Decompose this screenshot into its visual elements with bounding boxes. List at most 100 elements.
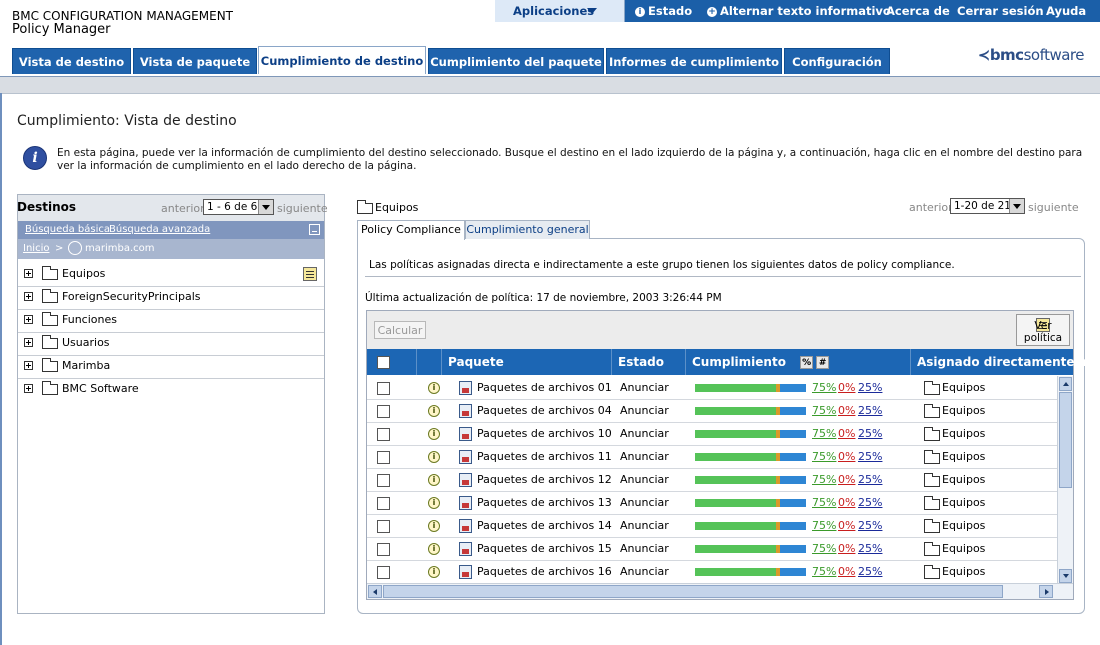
- tree-item-bmc-software[interactable]: BMC Software: [18, 379, 324, 401]
- pct-pending[interactable]: 25%: [858, 519, 882, 532]
- calculate-button[interactable]: Calcular: [374, 321, 426, 339]
- table-row[interactable]: i Paquetes de archivos 04 Anunciar 75% 0% 25%…: [367, 400, 1057, 423]
- basic-search-link[interactable]: Búsqueda básica: [25, 224, 110, 235]
- row-checkbox[interactable]: [377, 451, 390, 464]
- pct-pending[interactable]: 25%: [858, 404, 882, 417]
- targets-next-link[interactable]: siguiente: [277, 202, 328, 215]
- expand-icon[interactable]: [24, 384, 33, 393]
- pct-pending[interactable]: 25%: [858, 381, 882, 394]
- row-checkbox[interactable]: [377, 497, 390, 510]
- row-checkbox[interactable]: [377, 474, 390, 487]
- table-row[interactable]: i Paquetes de archivos 12 Anunciar 75% 0% 25%…: [367, 469, 1057, 492]
- pct-pending[interactable]: 25%: [858, 427, 882, 440]
- row-checkbox[interactable]: [377, 566, 390, 579]
- package-name[interactable]: Paquetes de archivos 12: [477, 473, 612, 486]
- pct-failed[interactable]: 0%: [838, 496, 855, 509]
- pct-failed[interactable]: 0%: [838, 381, 855, 394]
- breadcrumb-home[interactable]: Inicio: [23, 243, 49, 254]
- info-circle-icon[interactable]: i: [428, 520, 440, 532]
- tab-configuration[interactable]: Configuración: [784, 48, 890, 74]
- pct-failed[interactable]: 0%: [838, 473, 855, 486]
- package-name[interactable]: Paquetes de archivos 13: [477, 496, 612, 509]
- info-circle-icon[interactable]: i: [428, 428, 440, 440]
- info-circle-icon[interactable]: i: [428, 566, 440, 578]
- pct-failed[interactable]: 0%: [838, 542, 855, 555]
- row-checkbox[interactable]: [377, 520, 390, 533]
- tab-general-compliance[interactable]: Cumplimiento general: [465, 220, 590, 239]
- info-circle-icon[interactable]: i: [428, 474, 440, 486]
- minimize-icon[interactable]: [309, 224, 320, 235]
- pct-failed[interactable]: 0%: [838, 450, 855, 463]
- packages-range-select[interactable]: 1-20 de 21: [950, 198, 1025, 214]
- tab-policy-compliance[interactable]: Policy Compliance: [357, 220, 465, 240]
- pct-compliant[interactable]: 75%: [812, 473, 836, 486]
- pct-compliant[interactable]: 75%: [812, 496, 836, 509]
- tab-package-view[interactable]: Vista de paquete: [133, 48, 257, 74]
- col-assigned[interactable]: Asignado directamente a: [911, 349, 1087, 375]
- tree-item-usuarios[interactable]: Usuarios: [18, 333, 324, 356]
- pct-compliant[interactable]: 75%: [812, 404, 836, 417]
- info-circle-icon[interactable]: i: [428, 405, 440, 417]
- logout-link[interactable]: Cerrar sesión: [957, 0, 1044, 22]
- targets-prev-link[interactable]: anterior: [161, 202, 205, 215]
- help-link[interactable]: Ayuda: [1046, 0, 1086, 22]
- packages-next-link[interactable]: siguiente: [1028, 201, 1079, 214]
- col-state[interactable]: Estado: [612, 349, 686, 375]
- info-circle-icon[interactable]: i: [428, 451, 440, 463]
- info-circle-icon[interactable]: i: [428, 497, 440, 509]
- row-checkbox[interactable]: [377, 428, 390, 441]
- package-name[interactable]: Paquetes de archivos 15: [477, 542, 612, 555]
- pct-pending[interactable]: 25%: [858, 473, 882, 486]
- col-compliance[interactable]: Cumplimiento % #: [686, 349, 911, 375]
- pct-compliant[interactable]: 75%: [812, 427, 836, 440]
- pct-failed[interactable]: 0%: [838, 565, 855, 578]
- advanced-search-link[interactable]: Búsqueda avanzada: [109, 224, 210, 235]
- package-name[interactable]: Paquetes de archivos 10: [477, 427, 612, 440]
- table-row[interactable]: i Paquetes de archivos 13 Anunciar 75% 0% 25%…: [367, 492, 1057, 515]
- h-scroll-thumb[interactable]: [383, 585, 1003, 598]
- package-name[interactable]: Paquetes de archivos 14: [477, 519, 612, 532]
- expand-icon[interactable]: [24, 361, 33, 370]
- scroll-thumb[interactable]: [1059, 392, 1072, 488]
- pct-failed[interactable]: 0%: [838, 519, 855, 532]
- table-row[interactable]: i Paquetes de archivos 10 Anunciar 75% 0% 25%…: [367, 423, 1057, 446]
- targets-range-select[interactable]: 1 - 6 de 6: [203, 199, 274, 215]
- pct-failed[interactable]: 0%: [838, 404, 855, 417]
- expand-icon[interactable]: [24, 292, 33, 301]
- scroll-right-button[interactable]: [1039, 585, 1053, 598]
- table-row[interactable]: i Paquetes de archivos 15 Anunciar 75% 0% 25%…: [367, 538, 1057, 561]
- percent-toggle[interactable]: %: [800, 356, 814, 369]
- tree-item-funciones[interactable]: Funciones: [18, 310, 324, 333]
- table-row[interactable]: i Paquetes de archivos 01 Anunciar 75% 0% 25%…: [367, 377, 1057, 400]
- col-package[interactable]: Paquete: [442, 349, 612, 375]
- select-all-checkbox[interactable]: [377, 356, 390, 369]
- tab-target-compliance[interactable]: Cumplimiento de destino: [258, 46, 426, 74]
- package-name[interactable]: Paquetes de archivos 01: [477, 381, 612, 394]
- horizontal-scrollbar[interactable]: [367, 583, 1073, 599]
- row-checkbox[interactable]: [377, 382, 390, 395]
- tree-item-foreignsecurityprincipals[interactable]: ForeignSecurityPrincipals: [18, 287, 324, 310]
- pct-pending[interactable]: 25%: [858, 565, 882, 578]
- pct-compliant[interactable]: 75%: [812, 519, 836, 532]
- pct-pending[interactable]: 25%: [858, 542, 882, 555]
- tree-item-equipos[interactable]: Equipos: [18, 264, 324, 287]
- info-circle-icon[interactable]: i: [428, 382, 440, 394]
- tab-compliance-reports[interactable]: Informes de cumplimiento: [606, 48, 782, 74]
- about-link[interactable]: Acerca de: [886, 0, 950, 22]
- scroll-up-button[interactable]: [1059, 377, 1072, 391]
- package-name[interactable]: Paquetes de archivos 16: [477, 565, 612, 578]
- table-row[interactable]: i Paquetes de archivos 16 Anunciar 75% 0% 25%…: [367, 561, 1057, 584]
- pct-pending[interactable]: 25%: [858, 450, 882, 463]
- pct-compliant[interactable]: 75%: [812, 381, 836, 394]
- pct-failed[interactable]: 0%: [838, 427, 855, 440]
- package-name[interactable]: Paquetes de archivos 04: [477, 404, 612, 417]
- expand-icon[interactable]: [24, 269, 33, 278]
- tree-item-marimba[interactable]: Marimba: [18, 356, 324, 379]
- toggle-info-link[interactable]: + Alternar texto informativo: [707, 0, 891, 22]
- expand-icon[interactable]: [24, 315, 33, 324]
- scroll-left-button[interactable]: [368, 585, 382, 598]
- pct-pending[interactable]: 25%: [858, 496, 882, 509]
- pct-compliant[interactable]: 75%: [812, 565, 836, 578]
- vertical-scrollbar[interactable]: [1057, 376, 1073, 584]
- package-name[interactable]: Paquetes de archivos 11: [477, 450, 612, 463]
